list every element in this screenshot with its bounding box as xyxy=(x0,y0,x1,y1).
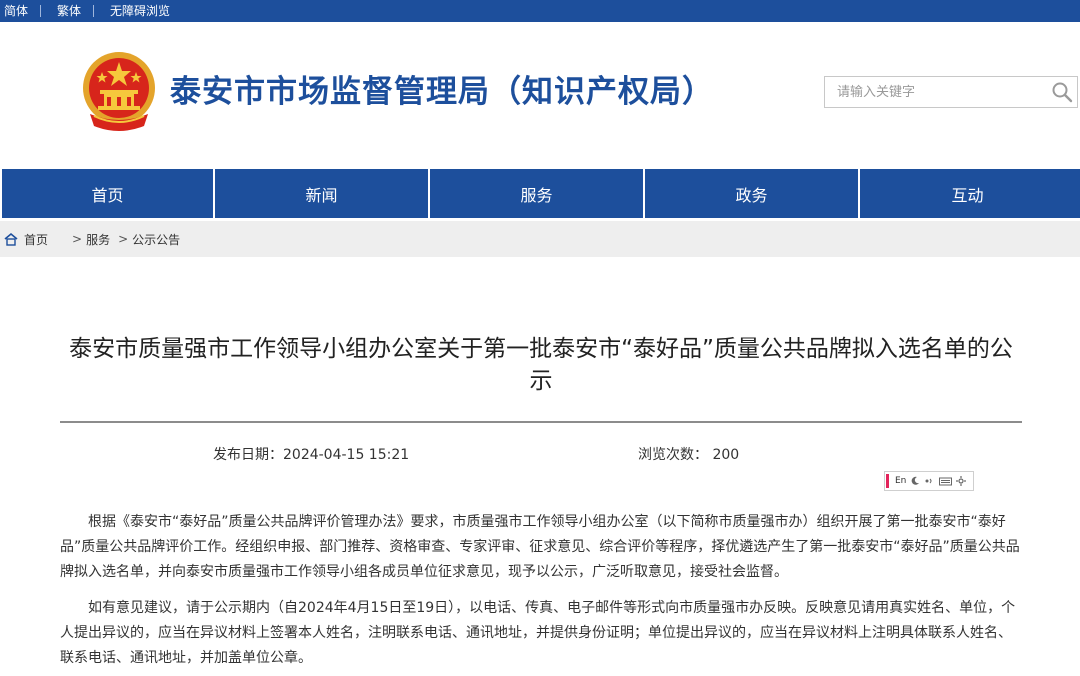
language-toggle[interactable]: En xyxy=(895,476,906,486)
publish-date: 发布日期：2024-04-15 15:21 xyxy=(213,447,410,463)
sound-icon[interactable] xyxy=(924,476,935,486)
theme-toggle-icon[interactable] xyxy=(910,476,920,486)
home-icon xyxy=(4,232,18,246)
toolbar-accent xyxy=(886,474,889,488)
traditional-chinese-link[interactable]: 繁体 xyxy=(53,5,95,17)
search-box xyxy=(824,76,1078,108)
nav-item-home[interactable]: 首页 xyxy=(0,169,215,218)
article-paragraph-1: 根据《泰安市“泰好品”质量公共品牌评价管理办法》要求，市质量强市工作领导小组办公… xyxy=(60,514,1020,580)
site-header: 泰安市市场监督管理局（知识产权局） xyxy=(0,22,1080,169)
title-divider xyxy=(60,421,1022,423)
site-title: 泰安市市场监督管理局（知识产权局） xyxy=(170,74,714,110)
settings-icon[interactable] xyxy=(956,476,967,486)
national-emblem-icon xyxy=(83,52,155,131)
view-count: 浏览次数： 200 xyxy=(638,447,740,463)
article-title: 泰安市质量强市工作领导小组办公室关于第一批泰安市“泰好品”质量公共品牌拟入选名单… xyxy=(69,336,1013,394)
search-input[interactable] xyxy=(825,77,1045,107)
nav-item-services[interactable]: 服务 xyxy=(430,169,645,218)
keyboard-icon[interactable] xyxy=(939,476,953,486)
main-nav: 首页 新闻 服务 政务 互动 xyxy=(0,169,1080,218)
breadcrumb-services[interactable]: 服务 xyxy=(86,231,110,248)
accessibility-toolbar: En xyxy=(884,471,974,491)
breadcrumb-announcements[interactable]: 公示公告 xyxy=(132,231,180,248)
breadcrumb-separator: > xyxy=(118,232,129,246)
simplified-chinese-link[interactable]: 简体 xyxy=(0,5,42,17)
breadcrumb: 首页 > 服务 > 公示公告 xyxy=(0,221,1080,257)
nav-item-news[interactable]: 新闻 xyxy=(215,169,430,218)
breadcrumb-separator: > xyxy=(72,232,83,246)
accessibility-link[interactable]: 无障碍浏览 xyxy=(106,5,182,17)
breadcrumb-home[interactable]: 首页 xyxy=(24,231,48,248)
top-bar: 简体 繁体 无障碍浏览 xyxy=(0,0,1080,22)
article-paragraph-2: 如有意见建议，请于公示期内（自2024年4月15日至19日），以电话、传真、电子… xyxy=(60,600,1016,666)
nav-item-interaction[interactable]: 互动 xyxy=(860,169,1075,218)
nav-item-government[interactable]: 政务 xyxy=(645,169,860,218)
search-icon[interactable] xyxy=(1051,81,1073,103)
